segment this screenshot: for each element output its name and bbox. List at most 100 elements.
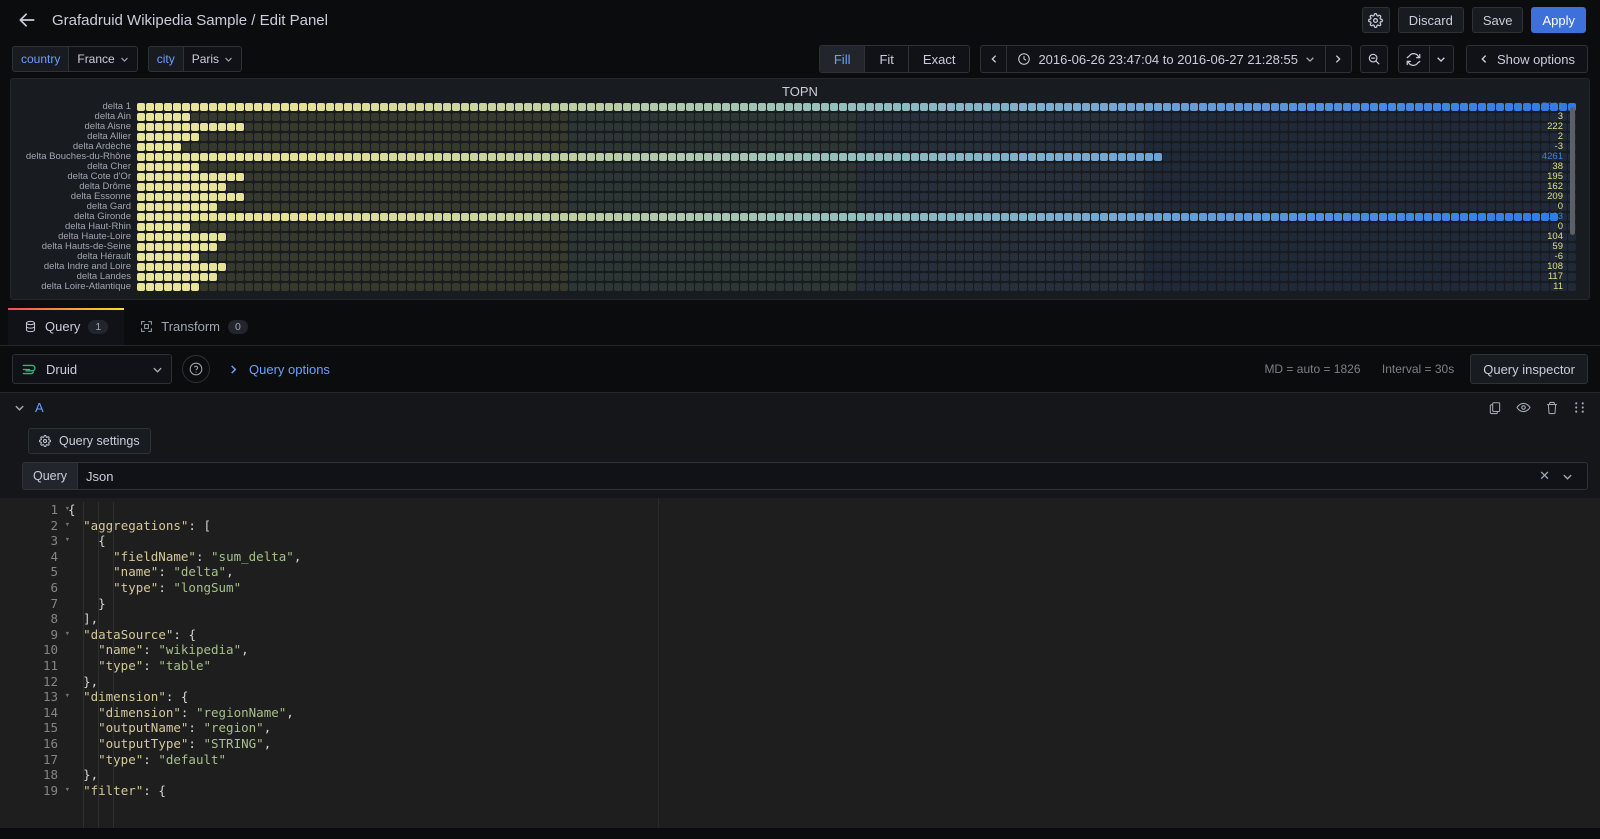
heatmap-cell[interactable] <box>1046 243 1054 251</box>
heatmap-cell[interactable] <box>1100 263 1108 271</box>
heatmap-cell[interactable] <box>1415 263 1423 271</box>
heatmap-cell[interactable] <box>740 233 748 241</box>
heatmap-cell[interactable] <box>1397 263 1405 271</box>
heatmap-cell[interactable] <box>317 203 325 211</box>
heatmap-cell[interactable] <box>668 243 676 251</box>
heatmap-cell[interactable] <box>524 113 532 121</box>
heatmap-cell[interactable] <box>758 163 766 171</box>
heatmap-cell[interactable] <box>209 193 217 201</box>
heatmap-cell[interactable] <box>1199 163 1207 171</box>
heatmap-cell[interactable] <box>722 213 730 221</box>
heatmap-cell[interactable] <box>362 143 370 151</box>
heatmap-cell[interactable] <box>929 183 937 191</box>
heatmap-cell[interactable] <box>857 203 865 211</box>
heatmap-cell[interactable] <box>173 153 181 161</box>
heatmap-cell[interactable] <box>524 223 532 231</box>
heatmap-cell[interactable] <box>353 133 361 141</box>
heatmap-cell[interactable] <box>641 263 649 271</box>
heatmap-cell[interactable] <box>299 253 307 261</box>
heatmap-cell[interactable] <box>551 273 559 281</box>
heatmap-cell[interactable] <box>1118 133 1126 141</box>
heatmap-cell[interactable] <box>740 283 748 291</box>
heatmap-cell[interactable] <box>371 223 379 231</box>
heatmap-cell[interactable] <box>1469 263 1477 271</box>
heatmap-cell[interactable] <box>1226 153 1234 161</box>
heatmap-cell[interactable] <box>1460 113 1468 121</box>
heatmap-cell[interactable] <box>785 253 793 261</box>
heatmap-cell[interactable] <box>407 213 415 221</box>
heatmap-cell[interactable] <box>830 263 838 271</box>
heatmap-cell[interactable] <box>434 143 442 151</box>
heatmap-cell[interactable] <box>587 183 595 191</box>
heatmap-cell[interactable] <box>137 173 145 181</box>
heatmap-cell[interactable] <box>461 213 469 221</box>
heatmap-cell[interactable] <box>857 133 865 141</box>
heatmap-cell[interactable] <box>659 113 667 121</box>
heatmap-cell[interactable] <box>191 203 199 211</box>
heatmap-cell[interactable] <box>380 223 388 231</box>
heatmap-cell[interactable] <box>677 133 685 141</box>
heatmap-cell[interactable] <box>1064 183 1072 191</box>
heatmap-cell[interactable] <box>938 253 946 261</box>
heatmap-cell[interactable] <box>767 253 775 261</box>
heatmap-cell[interactable] <box>1289 213 1297 221</box>
heatmap-cell[interactable] <box>245 193 253 201</box>
heatmap-cell[interactable] <box>803 163 811 171</box>
heatmap-cell[interactable] <box>488 283 496 291</box>
heatmap-cell[interactable] <box>686 143 694 151</box>
heatmap-cell[interactable] <box>1460 233 1468 241</box>
heatmap-cell[interactable] <box>1019 173 1027 181</box>
heatmap-cell[interactable] <box>1154 263 1162 271</box>
heatmap-cell[interactable] <box>326 153 334 161</box>
heatmap-cell[interactable] <box>740 183 748 191</box>
heatmap-cell[interactable] <box>614 193 622 201</box>
heatmap-cell[interactable] <box>1100 203 1108 211</box>
heatmap-cell[interactable] <box>578 103 586 111</box>
heatmap-cell[interactable] <box>794 143 802 151</box>
heatmap-cell[interactable] <box>596 243 604 251</box>
heatmap-cell[interactable] <box>1235 203 1243 211</box>
heatmap-cell[interactable] <box>263 183 271 191</box>
heatmap-cell[interactable] <box>947 113 955 121</box>
heatmap-cell[interactable] <box>1415 123 1423 131</box>
heatmap-cell[interactable] <box>1307 173 1315 181</box>
heatmap-cell[interactable] <box>1082 183 1090 191</box>
heatmap-cell[interactable] <box>713 273 721 281</box>
heatmap-cell[interactable] <box>1316 193 1324 201</box>
heatmap-cell[interactable] <box>425 213 433 221</box>
heatmap-cell[interactable] <box>893 103 901 111</box>
heatmap-cell[interactable] <box>794 243 802 251</box>
heatmap-row-cells[interactable] <box>137 173 1576 181</box>
heatmap-cell[interactable] <box>974 283 982 291</box>
time-range-picker[interactable]: 2016-06-26 23:47:04 to 2016-06-27 21:28:… <box>1007 46 1325 72</box>
heatmap-cell[interactable] <box>290 143 298 151</box>
heatmap-cell[interactable] <box>911 163 919 171</box>
panel-settings-button[interactable] <box>1361 7 1390 33</box>
heatmap-row-cells[interactable] <box>137 153 1576 161</box>
heatmap-cell[interactable] <box>857 163 865 171</box>
heatmap-cell[interactable] <box>785 183 793 191</box>
heatmap-cell[interactable] <box>290 273 298 281</box>
heatmap-cell[interactable] <box>443 183 451 191</box>
heatmap-cell[interactable] <box>164 173 172 181</box>
heatmap-cell[interactable] <box>902 133 910 141</box>
heatmap-cell[interactable] <box>1235 133 1243 141</box>
heatmap-cell[interactable] <box>1478 223 1486 231</box>
heatmap-cell[interactable] <box>1217 123 1225 131</box>
heatmap-cell[interactable] <box>236 193 244 201</box>
heatmap-cell[interactable] <box>1388 253 1396 261</box>
heatmap-cell[interactable] <box>416 143 424 151</box>
heatmap-cell[interactable] <box>1451 133 1459 141</box>
heatmap-cell[interactable] <box>569 103 577 111</box>
heatmap-cell[interactable] <box>830 133 838 141</box>
heatmap-cell[interactable] <box>1181 133 1189 141</box>
heatmap-cell[interactable] <box>1226 213 1234 221</box>
heatmap-cell[interactable] <box>1424 263 1432 271</box>
heatmap-cell[interactable] <box>317 143 325 151</box>
heatmap-cell[interactable] <box>479 213 487 221</box>
heatmap-cell[interactable] <box>839 173 847 181</box>
heatmap-cell[interactable] <box>1433 223 1441 231</box>
heatmap-cell[interactable] <box>587 153 595 161</box>
heatmap-cell[interactable] <box>1262 163 1270 171</box>
heatmap-cell[interactable] <box>290 103 298 111</box>
